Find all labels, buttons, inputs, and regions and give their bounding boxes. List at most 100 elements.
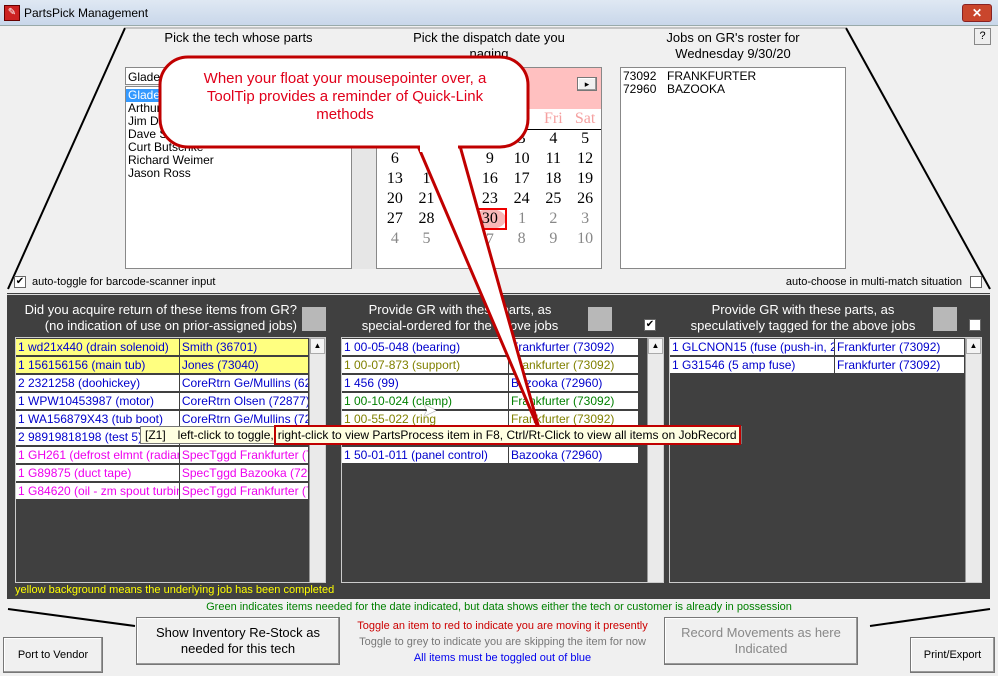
calendar-day[interactable]: 1 <box>411 169 443 189</box>
item-job: SpecTggd Bazooka (72960 <box>179 465 308 481</box>
calendar-day[interactable]: 9 <box>474 149 506 169</box>
calendar-day[interactable]: 9 <box>442 209 474 229</box>
item-row[interactable]: 1 00-07-873 (support) Frankfurter (73092) <box>342 356 647 374</box>
calendar-day[interactable] <box>474 129 506 149</box>
roster-listbox[interactable]: 73092 FRANKFURTER 72960 BAZOOKA <box>620 67 846 269</box>
calendar-day[interactable]: 27 <box>379 209 411 229</box>
next-month-button[interactable]: ▸ <box>577 77 597 91</box>
panel-2-list[interactable]: 1 00-05-048 (bearing) Frankfurter (73092)… <box>341 337 664 583</box>
panel-2-title: Provide GR with these parts, as special-o… <box>361 302 559 333</box>
inventory-restock-button[interactable]: Show Inventory Re-Stock as needed for th… <box>136 617 340 665</box>
panel-1-toggle-box[interactable] <box>302 307 326 331</box>
calendar-day[interactable] <box>442 129 474 149</box>
calendar-day[interactable]: 8 <box>442 149 474 169</box>
calendar-day[interactable]: 30 <box>473 208 507 230</box>
auto-toggle-checkbox[interactable]: ✔ <box>14 276 26 288</box>
item-row[interactable]: 1 GLCNON15 (fuse (push-in, 2.00Frankfurt… <box>670 338 965 356</box>
calendar-day[interactable]: 5 <box>411 229 443 249</box>
calendar-day[interactable]: 25 <box>537 189 569 209</box>
item-row[interactable]: 1 00-05-048 (bearing) Frankfurter (73092) <box>342 338 647 356</box>
calendar-day[interactable]: 3 <box>569 209 601 229</box>
item-row[interactable]: 1 456 (99) Bazooka (72960) <box>342 374 647 392</box>
calendar-day[interactable]: 4 <box>537 129 569 149</box>
mouse-pointer-icon: ➤ <box>422 400 438 420</box>
panel-2-toggle-box[interactable] <box>588 307 612 331</box>
calendar-day[interactable]: 2 <box>442 189 474 209</box>
item-row[interactable]: 1 WPW10453987 (motor) CoreRtrn Olsen (728… <box>16 392 309 410</box>
calendar-day[interactable]: 10 <box>506 149 538 169</box>
roster-item[interactable]: 72960 BAZOOKA <box>621 83 845 96</box>
red-note: Toggle an item to red to indicate you ar… <box>357 620 648 632</box>
item-part: 2 2321258 (doohickey) <box>16 375 179 391</box>
calendar-day[interactable]: 7 <box>474 229 506 249</box>
calendar-day[interactable] <box>411 129 443 149</box>
item-part: 1 GH261 (defrost elmnt (radiant ln <box>16 447 179 463</box>
item-row[interactable]: 1 GH261 (defrost elmnt (radiant lnSpecTg… <box>16 446 309 464</box>
calendar-day[interactable]: 4 <box>379 229 411 249</box>
calendar-day[interactable]: 13 <box>379 169 411 189</box>
calendar-day[interactable]: 21 <box>411 189 443 209</box>
item-job: Frankfurter (73092) <box>509 357 638 373</box>
item-job: Bazooka (72960) <box>509 447 638 463</box>
print-export-button[interactable]: Print/Export <box>910 637 995 673</box>
calendar-day[interactable]: 6 <box>379 149 411 169</box>
auto-choose-checkbox[interactable] <box>970 276 982 288</box>
item-row[interactable]: 2 2321258 (doohickey) CoreRtrn Ge/Mullins… <box>16 374 309 392</box>
calendar-day[interactable]: 2 <box>537 209 569 229</box>
scroll-up-icon[interactable]: ▲ <box>310 338 325 354</box>
calendar-day[interactable]: 3 <box>506 129 538 149</box>
panel-3-toggle-box[interactable] <box>933 307 957 331</box>
panel-2-checkbox[interactable]: ✔ <box>644 319 656 331</box>
calendar-day[interactable]: 16 <box>474 169 506 189</box>
item-row[interactable]: 1 G84620 (oil - zm spout turbine) SpecTgg… <box>16 482 309 500</box>
calendar-day[interactable] <box>379 129 411 149</box>
calendar-day[interactable]: 19 <box>569 169 601 189</box>
calendar-day[interactable]: 11 <box>537 149 569 169</box>
item-job: Frankfurter (73092) <box>835 357 964 373</box>
calendar-day[interactable]: 23 <box>474 189 506 209</box>
calendar-day[interactable]: 20 <box>379 189 411 209</box>
calendar-day[interactable]: 10 <box>569 229 601 249</box>
roster-name: FRANKFURTER <box>667 69 757 83</box>
calendar-day[interactable]: 28 <box>411 209 443 229</box>
item-job: Bazooka (72960) <box>509 375 638 391</box>
record-movements-button[interactable]: Record Movements as here Indicated <box>664 617 858 665</box>
calendar-day[interactable]: 12 <box>569 149 601 169</box>
item-row[interactable]: 1 156156156 (main tub) Jones (73040) <box>16 356 309 374</box>
item-job: SpecTggd Frankfurter (730 <box>179 483 308 499</box>
yellow-footnote: yellow background means the underlying j… <box>15 584 335 596</box>
scroll-up-icon[interactable]: ▲ <box>648 338 663 354</box>
panel-3-checkbox[interactable] <box>969 319 981 331</box>
close-button[interactable]: ✕ <box>962 4 992 22</box>
calendar-day[interactable]: 24 <box>506 189 538 209</box>
item-part: 1 156156156 (main tub) <box>16 357 179 373</box>
port-to-vendor-button[interactable]: Port to Vendor <box>3 637 103 673</box>
calendar-day[interactable]: 17 <box>506 169 538 189</box>
item-row[interactable]: 1 wd21x440 (drain solenoid) Smith (36701) <box>16 338 309 356</box>
grey-note: Toggle to grey to indicate you are skipp… <box>359 636 646 648</box>
calendar-day[interactable]: 5 <box>569 129 601 149</box>
calendar-day[interactable] <box>411 149 443 169</box>
item-job: Jones (73040) <box>179 357 308 373</box>
panel-1-list[interactable]: 1 wd21x440 (drain solenoid) Smith (36701)… <box>15 337 326 583</box>
tech-list-item[interactable]: Jason Ross <box>126 167 351 180</box>
calendar-day[interactable]: 18 <box>537 169 569 189</box>
scrollbar[interactable]: ▲ <box>965 338 981 582</box>
calendar-day[interactable] <box>442 229 474 249</box>
calendar-day[interactable]: 8 <box>506 229 538 249</box>
scrollbar[interactable]: ▲ <box>309 338 325 582</box>
calendar-day[interactable]: 9 <box>537 229 569 249</box>
calendar-day[interactable]: 15 <box>442 169 474 189</box>
panel-3-title: Provide GR with these parts, as speculati… <box>690 302 916 333</box>
item-part: 1 WPW10453987 (motor) <box>16 393 179 409</box>
item-row[interactable]: 1 00-10-024 (clamp) Frankfurter (73092) <box>342 392 647 410</box>
item-row[interactable]: 1 G31546 (5 amp fuse) Frankfurter (73092) <box>670 356 965 374</box>
item-row[interactable]: 1 G89875 (duct tape) SpecTggd Bazooka (72… <box>16 464 309 482</box>
scroll-up-icon[interactable]: ▲ <box>966 338 981 354</box>
item-row[interactable]: 1 50-01-011 (panel control) Bazooka (7296… <box>342 446 647 464</box>
scrollbar[interactable]: ▲ <box>647 338 663 582</box>
calendar-day[interactable]: 26 <box>569 189 601 209</box>
item-part: 1 GLCNON15 (fuse (push-in, 2.00 <box>670 339 834 355</box>
calendar-day[interactable]: 1 <box>506 209 538 229</box>
panel-3-list[interactable]: 1 GLCNON15 (fuse (push-in, 2.00Frankfurt… <box>669 337 982 583</box>
